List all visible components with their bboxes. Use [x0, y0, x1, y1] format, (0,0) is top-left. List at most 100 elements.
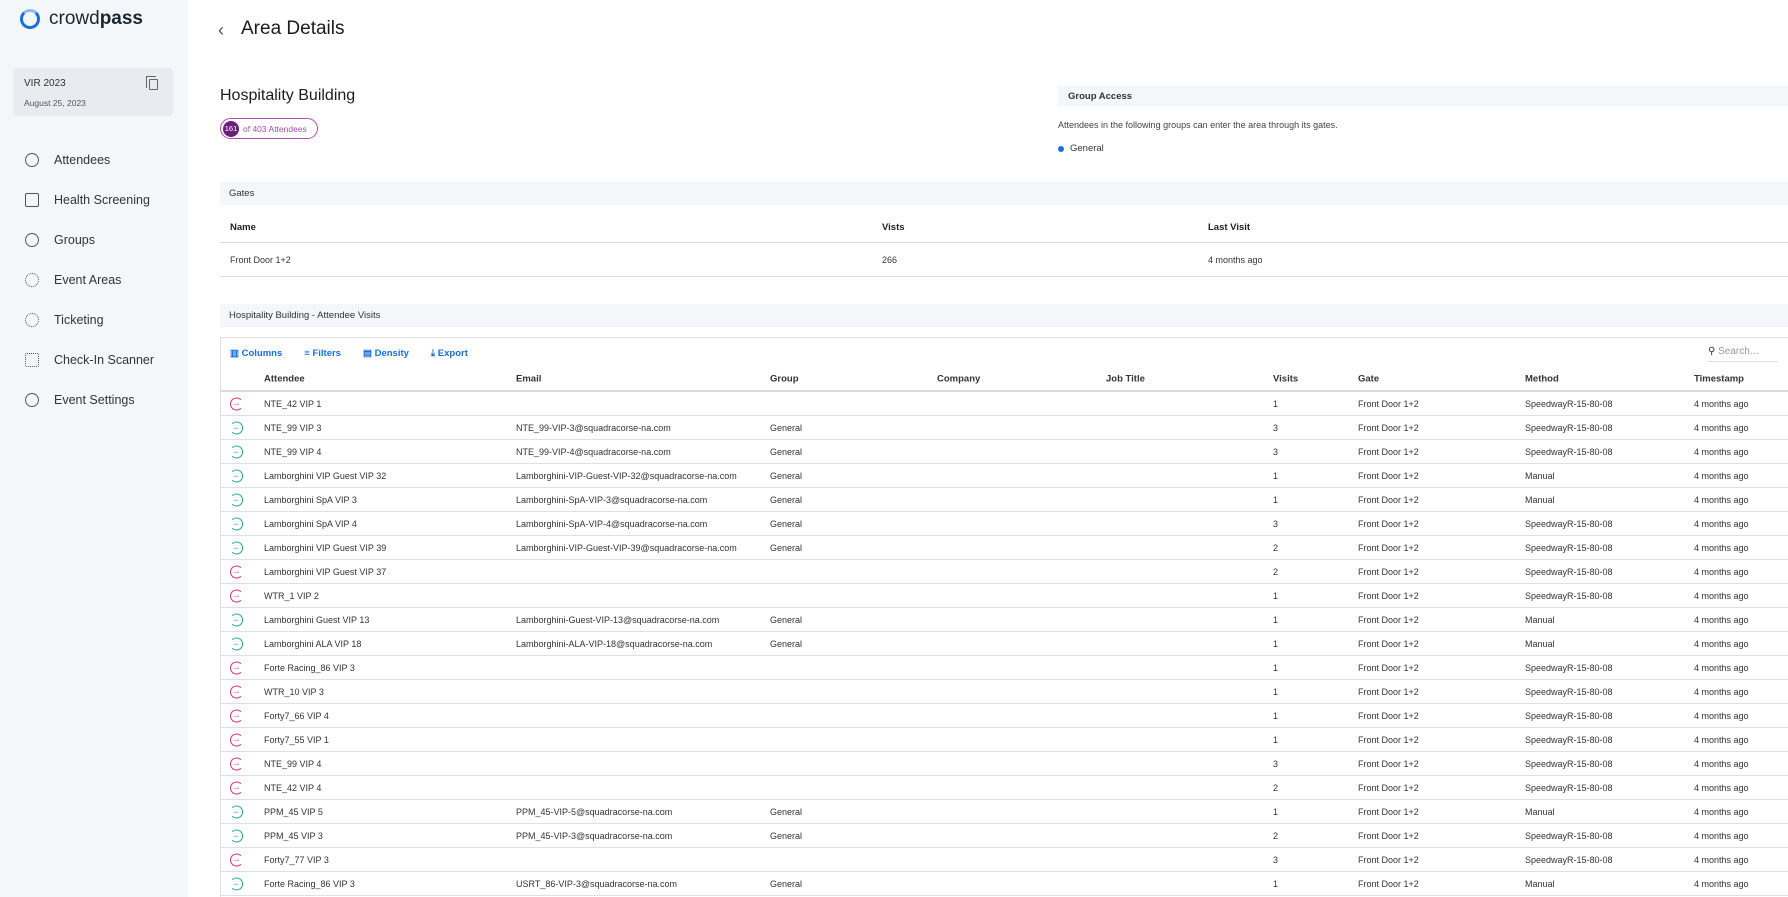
method: SpeedwayR-15-80-08 — [1525, 758, 1613, 769]
density-label: Density — [374, 347, 409, 359]
sidebar-item-event-areas[interactable]: Event Areas — [0, 260, 188, 300]
table-row[interactable]: → NTE_99 VIP 4 3 Front Door 1+2 Speedway… — [221, 752, 1788, 776]
column-header[interactable]: Attendee — [264, 374, 305, 385]
visit-count: 1 — [1273, 614, 1279, 625]
sidebar-item-label: Check-In Scanner — [54, 353, 155, 367]
visit-count: 1 — [1273, 710, 1279, 721]
exit-icon: → — [230, 589, 243, 602]
visit-count: 3 — [1273, 854, 1279, 865]
table-row[interactable]: → NTE_42 VIP 4 2 Front Door 1+2 Speedway… — [221, 776, 1788, 800]
bullet-icon — [1058, 145, 1064, 152]
gate: Front Door 1+2 — [1358, 830, 1419, 841]
exit-icon: → — [230, 757, 243, 770]
search-input[interactable]: ⚲ Search… — [1708, 344, 1778, 362]
attendee-name: NTE_99 VIP 4 — [264, 758, 322, 769]
sidebar-item-label: Ticketing — [54, 313, 104, 327]
table-row[interactable]: → Lamborghini Guest VIP 13 Lamborghini-G… — [221, 608, 1788, 632]
timestamp: 4 months ago — [1694, 470, 1749, 481]
attendee-name: Forty7_77 VIP 3 — [264, 854, 329, 865]
table-row[interactable]: → Lamborghini VIP Guest VIP 32 Lamborghi… — [221, 464, 1788, 488]
column-header[interactable]: Email — [516, 374, 541, 385]
table-row[interactable]: → PPM_45 VIP 5 PPM_45-VIP-5@squadracorse… — [221, 800, 1788, 824]
attendee-email: Lamborghini-SpA-VIP-4@squadracorse-na.co… — [516, 518, 708, 529]
table-row[interactable]: → Lamborghini ALA VIP 18 Lamborghini-ALA… — [221, 632, 1788, 656]
method: SpeedwayR-15-80-08 — [1525, 590, 1613, 601]
visit-count: 2 — [1273, 782, 1279, 793]
gear-icon — [25, 393, 39, 407]
column-header[interactable]: Job Title — [1106, 374, 1145, 385]
attendee-name: Lamborghini ALA VIP 18 — [264, 638, 362, 649]
table-row[interactable]: → WTR_10 VIP 3 1 Front Door 1+2 Speedway… — [221, 680, 1788, 704]
sidebar-item-label: Health Screening — [54, 193, 150, 207]
column-header[interactable]: Visits — [1273, 374, 1298, 385]
gate: Front Door 1+2 — [1358, 758, 1419, 769]
sidebar-item-attendees[interactable]: Attendees — [0, 140, 188, 180]
attendee-name: WTR_10 VIP 3 — [264, 686, 324, 697]
gate: Front Door 1+2 — [1358, 614, 1419, 625]
timestamp: 4 months ago — [1694, 566, 1749, 577]
gate: Front Door 1+2 — [1358, 734, 1419, 745]
event-date: August 25, 2023 — [24, 98, 86, 108]
attendee-group: General — [770, 878, 803, 889]
column-header[interactable]: Name — [230, 222, 256, 233]
density-button[interactable]: ▤ Density — [363, 348, 409, 359]
table-row[interactable]: → PPM_45 VIP 3 PPM_45-VIP-3@squadracorse… — [221, 824, 1788, 848]
back-chevron-icon[interactable]: ‹ — [218, 20, 224, 41]
table-row[interactable]: → Forty7_77 VIP 3 3 Front Door 1+2 Speed… — [221, 848, 1788, 872]
columns-button[interactable]: ▥ Columns — [230, 348, 282, 359]
column-header[interactable]: Last Visit — [1208, 222, 1250, 233]
logo-ring-icon — [20, 9, 40, 29]
entry-icon: → — [230, 517, 243, 530]
sidebar-item-groups[interactable]: Groups — [0, 220, 188, 260]
attendee-email: Lamborghini-VIP-Guest-VIP-39@squadracors… — [516, 542, 737, 553]
method: SpeedwayR-15-80-08 — [1525, 542, 1613, 553]
sidebar-item-health-screening[interactable]: Health Screening — [0, 180, 188, 220]
gate: Front Door 1+2 — [1358, 470, 1419, 481]
copy-icon[interactable] — [146, 76, 158, 90]
area-icon — [25, 273, 39, 287]
table-row[interactable]: → Forte Racing_86 VIP 3 USRT_86-VIP-3@sq… — [221, 872, 1788, 896]
timestamp: 4 months ago — [1694, 494, 1749, 505]
table-row[interactable]: → Lamborghini VIP Guest VIP 37 2 Front D… — [221, 560, 1788, 584]
filters-button[interactable]: ≡ Filters — [304, 348, 341, 359]
table-row[interactable]: Front Door 1+2 266 4 months ago — [220, 243, 1788, 277]
table-row[interactable]: → NTE_42 VIP 1 1 Front Door 1+2 Speedway… — [221, 392, 1788, 416]
attendee-group: General — [770, 806, 803, 817]
visit-count: 2 — [1273, 830, 1279, 841]
column-header[interactable]: Gate — [1358, 374, 1379, 385]
timestamp: 4 months ago — [1694, 710, 1749, 721]
timestamp: 4 months ago — [1694, 782, 1749, 793]
table-row[interactable]: → Forte Racing_86 VIP 3 1 Front Door 1+2… — [221, 656, 1788, 680]
entry-icon: → — [230, 421, 243, 434]
gates-header-row: Name Vists Last Visit — [220, 212, 1788, 243]
exit-icon: → — [230, 565, 243, 578]
method: SpeedwayR-15-80-08 — [1525, 446, 1613, 457]
visit-count: 2 — [1273, 542, 1279, 553]
gate: Front Door 1+2 — [1358, 446, 1419, 457]
table-row[interactable]: → NTE_99 VIP 3 NTE_99-VIP-3@squadracorse… — [221, 416, 1788, 440]
sidebar-item-event-settings[interactable]: Event Settings — [0, 380, 188, 420]
table-row[interactable]: → WTR_1 VIP 2 1 Front Door 1+2 SpeedwayR… — [221, 584, 1788, 608]
attendee-name: Lamborghini VIP Guest VIP 39 — [264, 542, 387, 553]
table-row[interactable]: → Lamborghini VIP Guest VIP 39 Lamborghi… — [221, 536, 1788, 560]
column-header[interactable]: Method — [1525, 374, 1559, 385]
attendee-email: Lamborghini-VIP-Guest-VIP-32@squadracors… — [516, 470, 737, 481]
attendee-name: PPM_45 VIP 5 — [264, 806, 323, 817]
table-row[interactable]: → Forty7_55 VIP 1 1 Front Door 1+2 Speed… — [221, 728, 1788, 752]
sidebar-item-ticketing[interactable]: Ticketing — [0, 300, 188, 340]
column-header[interactable]: Timestamp — [1694, 374, 1744, 385]
export-button[interactable]: ⤓ Export — [431, 348, 468, 359]
table-row[interactable]: → Lamborghini SpA VIP 3 Lamborghini-SpA-… — [221, 488, 1788, 512]
sidebar-item-check-in-scanner[interactable]: Check-In Scanner — [0, 340, 188, 380]
column-header[interactable]: Vists — [882, 222, 905, 233]
table-row[interactable]: → NTE_99 VIP 4 NTE_99-VIP-4@squadracorse… — [221, 440, 1788, 464]
column-header[interactable]: Company — [937, 374, 980, 385]
method: SpeedwayR-15-80-08 — [1525, 662, 1613, 673]
gate: Front Door 1+2 — [1358, 566, 1419, 577]
exit-icon: → — [230, 685, 243, 698]
table-row[interactable]: → Lamborghini SpA VIP 4 Lamborghini-SpA-… — [221, 512, 1788, 536]
crowdpass-logo[interactable]: crowdpass — [20, 8, 143, 30]
column-header[interactable]: Group — [770, 374, 799, 385]
attendee-name: Forte Racing_86 VIP 3 — [264, 662, 355, 673]
table-row[interactable]: → Forty7_66 VIP 4 1 Front Door 1+2 Speed… — [221, 704, 1788, 728]
